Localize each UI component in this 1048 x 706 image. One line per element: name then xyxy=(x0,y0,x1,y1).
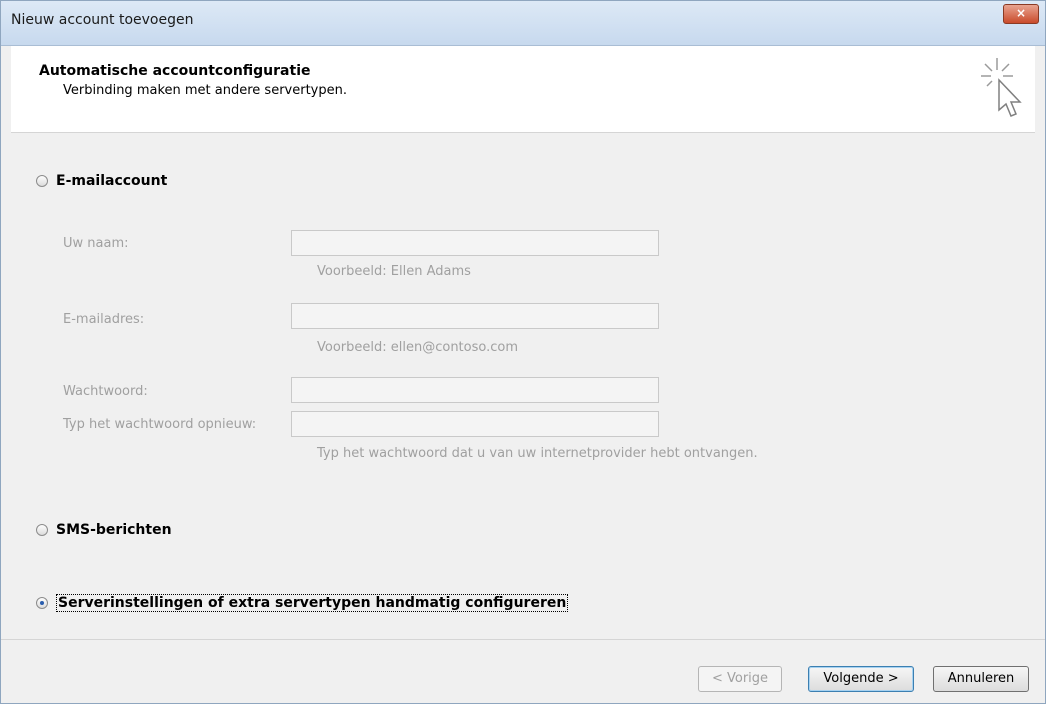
name-hint: Voorbeeld: Ellen Adams xyxy=(317,264,471,279)
email-hint: Voorbeeld: ellen@contoso.com xyxy=(317,340,519,355)
option-sms-label: SMS-berichten xyxy=(56,522,172,538)
footer-divider xyxy=(1,639,1045,640)
option-email-label: E-mailaccount xyxy=(56,173,168,189)
window-title: Nieuw account toevoegen xyxy=(11,12,194,28)
email-label: E-mailadres: xyxy=(63,312,145,327)
option-manual-config[interactable]: Serverinstellingen of extra servertypen … xyxy=(36,594,569,612)
wizard-header: Automatische accountconfiguratie Verbind… xyxy=(11,46,1035,133)
wizard-content: E-mailaccount Uw naam: Voorbeeld: Ellen … xyxy=(11,133,1035,637)
header-title: Automatische accountconfiguratie xyxy=(39,63,311,79)
back-button[interactable]: < Vorige xyxy=(698,666,782,692)
password-hint: Typ het wachtwoord dat u van uw internet… xyxy=(317,446,758,461)
close-button[interactable]: × xyxy=(1003,4,1039,24)
password-field[interactable] xyxy=(291,377,659,403)
name-label: Uw naam: xyxy=(63,236,129,251)
password-repeat-label: Typ het wachtwoord opnieuw: xyxy=(63,417,257,432)
option-email-account[interactable]: E-mailaccount xyxy=(36,173,167,189)
cancel-button[interactable]: Annuleren xyxy=(933,666,1029,692)
next-button[interactable]: Volgende > xyxy=(808,666,914,692)
email-field[interactable] xyxy=(291,303,659,329)
cursor-sparkle-icon xyxy=(981,58,1022,117)
name-field[interactable] xyxy=(291,230,659,256)
header-subtitle: Verbinding maken met andere servertypen. xyxy=(63,83,347,98)
radio-sms[interactable] xyxy=(36,524,48,536)
password-label: Wachtwoord: xyxy=(63,384,148,399)
password-repeat-field[interactable] xyxy=(291,411,659,437)
radio-manual-config[interactable] xyxy=(36,597,48,609)
option-sms[interactable]: SMS-berichten xyxy=(36,522,172,538)
title-bar: Nieuw account toevoegen × xyxy=(1,1,1045,46)
dialog-window: Nieuw account toevoegen × Automatische a… xyxy=(0,0,1046,704)
option-manual-label: Serverinstellingen of extra servertypen … xyxy=(56,594,569,612)
radio-email-account[interactable] xyxy=(36,175,48,187)
